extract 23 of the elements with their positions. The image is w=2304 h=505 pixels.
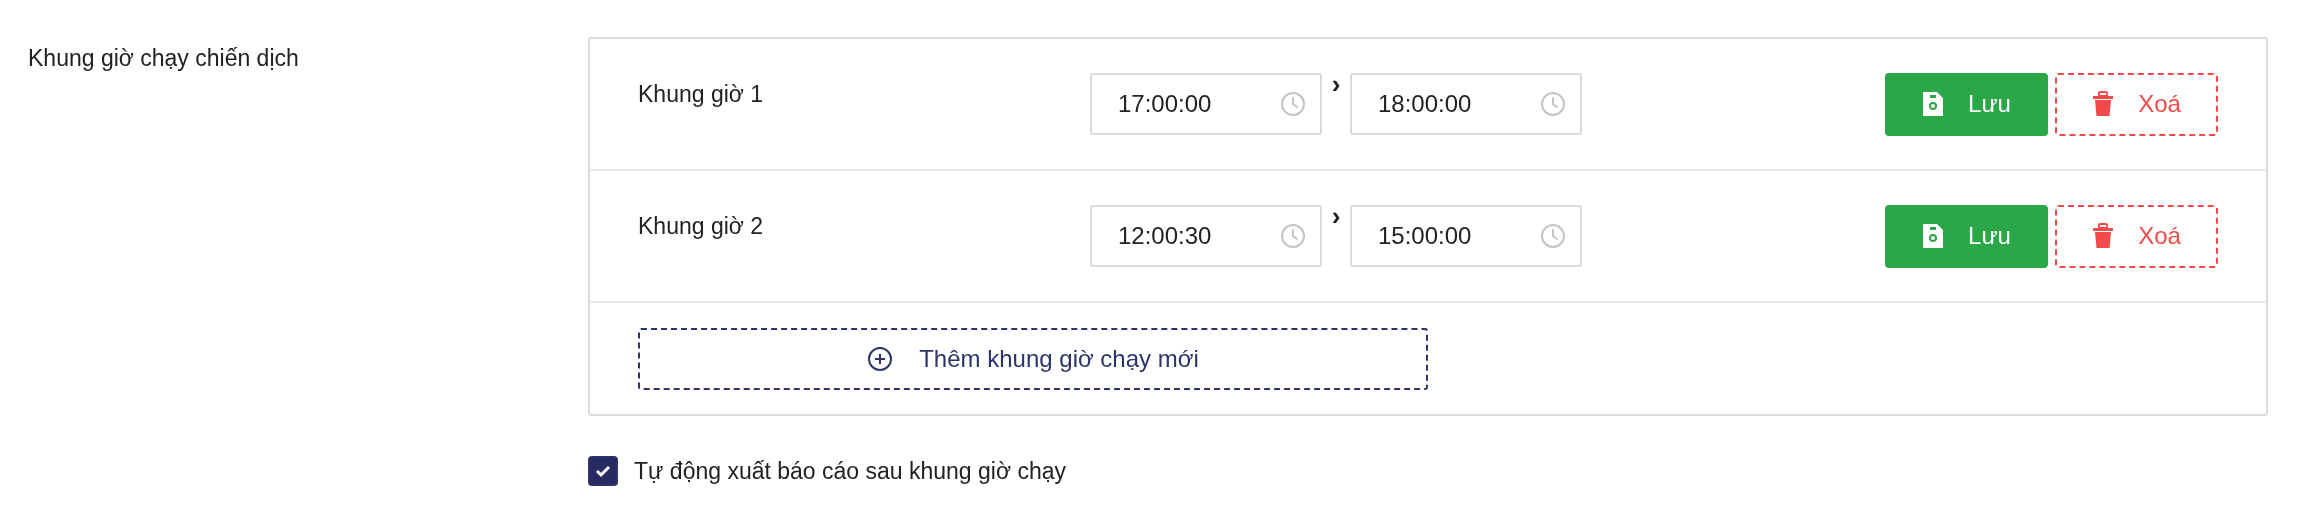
delete-button[interactable]: Xoá — [2055, 204, 2218, 268]
clock-icon — [1280, 91, 1306, 117]
clock-icon — [1540, 91, 1566, 117]
clock-icon — [1280, 223, 1306, 249]
add-slot-button[interactable]: Thêm khung giờ chạy mới — [638, 327, 1428, 390]
time-field[interactable]: 15:00:00 — [1350, 205, 1582, 267]
clock-icon — [1540, 223, 1566, 249]
delete-button[interactable]: Xoá — [2055, 72, 2218, 136]
save-icon — [1922, 223, 1945, 249]
checkbox[interactable] — [588, 456, 618, 486]
trash-icon — [2092, 223, 2115, 249]
plus-circle-icon — [867, 345, 894, 372]
save-icon — [1922, 91, 1945, 117]
checkbox-label: Tự động xuất báo cáo sau khung giờ chạy — [634, 457, 1066, 485]
section-label: Khung giờ chạy chiến dịch — [28, 45, 299, 71]
time-field[interactable]: 18:00:00 — [1350, 73, 1582, 135]
slot-name: Khung giờ 2 — [638, 212, 765, 240]
time-field[interactable]: 12:00:30 — [1090, 205, 1322, 267]
range-separator: › — [1330, 69, 1342, 100]
trash-icon — [2092, 91, 2115, 117]
slot-name: Khung giờ 1 — [638, 80, 765, 108]
time-field[interactable]: 17:00:00 — [1090, 73, 1322, 135]
range-separator: › — [1330, 201, 1342, 232]
